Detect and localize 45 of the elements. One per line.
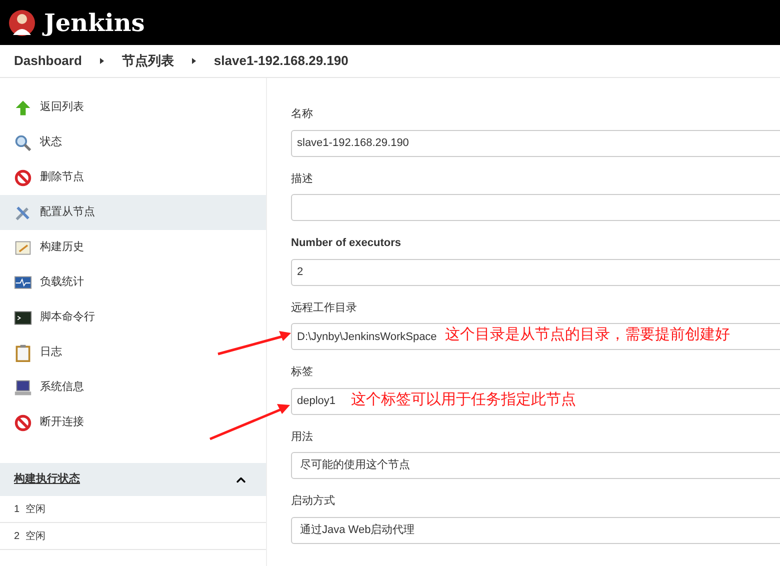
sidebar-item[interactable]: 断开连接 — [0, 405, 266, 440]
sidebar-item[interactable]: 日志 — [0, 335, 266, 370]
executor-number: 2 — [14, 530, 20, 544]
annotation-text: 这个标签可以用于任务指定此节点 — [351, 390, 576, 410]
field-label: 描述 — [291, 172, 314, 186]
breadcrumb-link[interactable]: slave1-192.168.29.190 — [208, 51, 354, 71]
notepad-icon — [14, 238, 32, 256]
forbidden-icon — [14, 168, 32, 186]
computer-icon — [14, 378, 32, 396]
field-label: 标签 — [291, 365, 314, 380]
breadcrumb-separator-icon — [100, 58, 104, 64]
breadcrumb-link[interactable]: 节点列表 — [116, 51, 180, 71]
input-field[interactable] — [291, 194, 780, 221]
breadcrumb-link[interactable]: Dashboard — [14, 51, 88, 71]
forbidden-icon — [14, 414, 32, 432]
sidebar-item[interactable]: 状态 — [0, 125, 266, 160]
annotation-text: 这个目录是从节点的目录，需要提前创建好 — [445, 325, 730, 345]
breadcrumb-separator-icon — [192, 58, 196, 64]
logo-icon — [8, 8, 36, 36]
field-label: 名称 — [291, 107, 314, 122]
executor-number: 1 — [14, 502, 20, 516]
sidebar-item[interactable]: 脚本命令行 — [0, 300, 266, 335]
executor-status: 空闲 — [26, 502, 46, 516]
executor-panel-title[interactable]: 构建执行状态 — [14, 471, 80, 488]
sidebar-item[interactable]: 负载统计 — [0, 265, 266, 300]
terminal-icon — [14, 308, 32, 326]
dropdown-field[interactable]: 尽可能的使用这个节点 — [291, 452, 780, 479]
executor-status: 空闲 — [26, 530, 46, 544]
input-field[interactable]: 2 — [291, 258, 780, 286]
clipboard-icon — [14, 344, 32, 362]
sidebar-item[interactable]: 删除节点 — [0, 160, 266, 195]
field-label: 远程工作目录 — [291, 300, 358, 316]
sidebar-item[interactable]: 配置从节点 — [0, 195, 266, 230]
up-arrow-icon — [14, 98, 32, 116]
sidebar-item[interactable]: 返回列表 — [0, 90, 266, 125]
sidebar-item[interactable]: 构建历史 — [0, 230, 266, 265]
field-label: 启动方式 — [291, 494, 336, 509]
field-label: 用法 — [291, 430, 314, 444]
dropdown-field[interactable]: 通过Java Web启动代理 — [291, 516, 780, 544]
sidebar-item[interactable]: 系统信息 — [0, 370, 266, 405]
input-field[interactable]: slave1-192.168.29.190 — [291, 130, 780, 156]
search-icon — [14, 134, 32, 152]
field-label: Number of executors — [291, 236, 402, 251]
app-title[interactable]: Jenkins — [44, 4, 145, 40]
monitor-icon — [14, 274, 32, 292]
